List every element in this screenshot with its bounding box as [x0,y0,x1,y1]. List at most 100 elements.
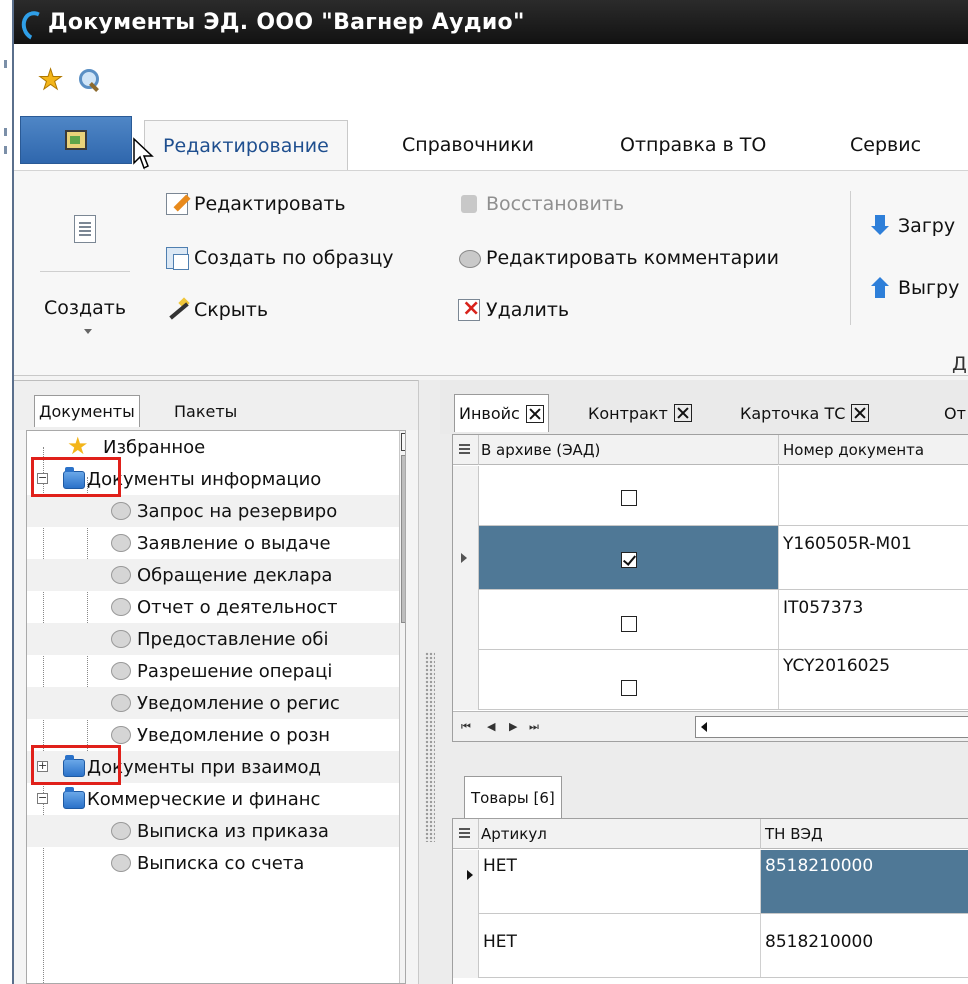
download-arrow-icon [870,215,892,237]
tree-item-label: Уведомление о розн [137,724,331,746]
row-indicator[interactable] [453,850,479,914]
tab-documents[interactable]: Документы [34,395,140,427]
tn-ved-cell[interactable]: 8518210000 [761,850,968,913]
scroll-thumb[interactable] [401,455,405,623]
tab-more[interactable]: От [944,394,966,432]
tree-item[interactable]: Предоставление обі [27,623,405,655]
tab-label: Контракт [588,403,668,423]
hide-button[interactable]: Скрыть [166,299,268,321]
tree-item-label: Документы при взаимод [87,756,321,778]
tab-vehicle-card[interactable]: Карточка ТС [740,394,870,432]
favorite-star-icon: ★ [67,432,89,460]
table-row[interactable]: НЕТ 8518210000 [453,914,968,978]
current-row-icon [461,553,467,563]
table-row[interactable]: Y160505R-M01 [453,526,968,590]
tn-ved-cell[interactable]: 8518210000 [761,914,968,977]
row-indicator[interactable] [453,590,479,650]
column-archived[interactable]: В архиве (ЭАД) [459,435,779,465]
tree-item[interactable]: Разрешение операці [27,655,405,687]
tab-goods[interactable]: Товары [6] [464,776,562,818]
tab-send-to-customs[interactable]: Отправка в ТО [620,120,766,170]
tree-item[interactable]: Заявление о выдаче [27,527,405,559]
tab-packages[interactable]: Пакеты [170,395,241,427]
quick-access-toolbar: ★ [14,44,968,116]
close-icon[interactable] [851,404,870,422]
first-record-button[interactable]: ⏮ [461,720,471,734]
archived-cell[interactable] [479,590,779,649]
splitter-grip[interactable] [425,652,435,842]
article-cell[interactable]: НЕТ [479,850,761,913]
archived-checkbox[interactable] [621,680,637,696]
column-document-number[interactable]: Номер документа [779,435,968,465]
tree-item-label: Предоставление обі [137,628,329,650]
tree-scrollbar[interactable] [399,431,405,983]
archived-cell[interactable] [479,650,779,709]
table-row[interactable]: YCY2016025 [453,650,968,710]
ribbon-panel: Создать Редактировать Создать по образцу… [14,170,968,376]
document-number-cell[interactable]: IT057373 [779,590,968,649]
tab-references[interactable]: Справочники [402,120,534,170]
tab-contract[interactable]: Контракт [588,394,692,432]
horizontal-scrollbar[interactable] [695,716,968,738]
tree-item-label: Выписка из приказа [137,820,329,842]
tree-item[interactable]: Запрос на резервиро [27,495,405,527]
table-row[interactable]: IT057373 [453,590,968,650]
row-indicator[interactable] [453,914,479,978]
search-icon[interactable] [77,68,101,92]
last-record-button[interactable]: ⏭ [529,720,539,734]
tree-item[interactable]: Отчет о деятельност [27,591,405,623]
next-record-button[interactable]: ▶ [509,720,518,733]
tree-item-label: Разрешение операці [137,660,333,682]
tab-invoice[interactable]: Инвойс [454,394,549,432]
restore-label: Восстановить [486,193,625,215]
unload-button[interactable]: Выгру [870,277,959,299]
mouse-cursor-icon [133,137,154,170]
tree-folder-commercial-docs[interactable]: − Коммерческие и финанс [27,783,405,815]
edit-comments-button[interactable]: Редактировать комментарии [458,247,779,269]
row-indicator[interactable] [453,526,479,590]
tree-item[interactable]: Выписка из приказа [27,815,405,847]
table-row[interactable] [453,466,968,526]
document-icon [111,502,131,520]
row-indicator[interactable] [453,650,479,710]
delete-button[interactable]: Удалить [458,296,569,321]
restore-button[interactable]: Восстановить [458,193,624,215]
column-tn-ved[interactable]: ТН ВЭД [761,819,968,849]
ribbon-group-label: Д [952,353,967,375]
archived-checkbox[interactable] [621,552,637,568]
column-article[interactable]: Артикул [459,819,761,849]
create-from-template-button[interactable]: Создать по образцу [166,247,394,270]
archived-checkbox[interactable] [621,490,637,506]
favorite-star-icon[interactable]: ★ [37,65,63,94]
table-row[interactable]: НЕТ 8518210000 [453,850,968,914]
create-button[interactable]: Создать [40,195,130,345]
document-number-cell[interactable]: YCY2016025 [779,650,968,709]
tab-service[interactable]: Сервис [850,120,921,170]
close-icon[interactable] [673,404,692,422]
tree-item-label: Выписка со счета [137,852,305,874]
tab-editing[interactable]: Редактирование [144,120,348,170]
tree-item[interactable]: Выписка со счета [27,847,405,879]
application-menu-button[interactable] [20,116,132,164]
tree-item-label: Заявление о выдаче [137,532,331,554]
archived-checkbox[interactable] [621,616,637,632]
archived-cell[interactable] [479,466,779,525]
tree-item[interactable]: Обращение деклара [27,559,405,591]
archived-cell[interactable] [479,526,779,589]
tree-item[interactable]: Уведомление о регис [27,687,405,719]
document-number-cell[interactable] [779,466,968,525]
scroll-up-button[interactable] [401,433,405,451]
document-number-cell[interactable]: Y160505R-M01 [779,526,968,589]
collapse-toggle[interactable]: − [37,792,48,804]
tree-item-label: Избранное [103,436,206,458]
grid-header: Артикул ТН ВЭД [453,819,968,849]
row-indicator[interactable] [453,466,479,526]
pane-splitter[interactable] [418,380,440,984]
app-logo-icon [18,7,40,37]
edit-button[interactable]: Редактировать [166,193,346,215]
close-icon[interactable] [525,404,544,423]
previous-record-button[interactable]: ◀ [487,720,496,733]
article-cell[interactable]: НЕТ [479,914,761,977]
load-button[interactable]: Загру [870,215,955,237]
title-bar[interactable]: Документы ЭД. ООО "Вагнер Аудио" [14,0,968,44]
